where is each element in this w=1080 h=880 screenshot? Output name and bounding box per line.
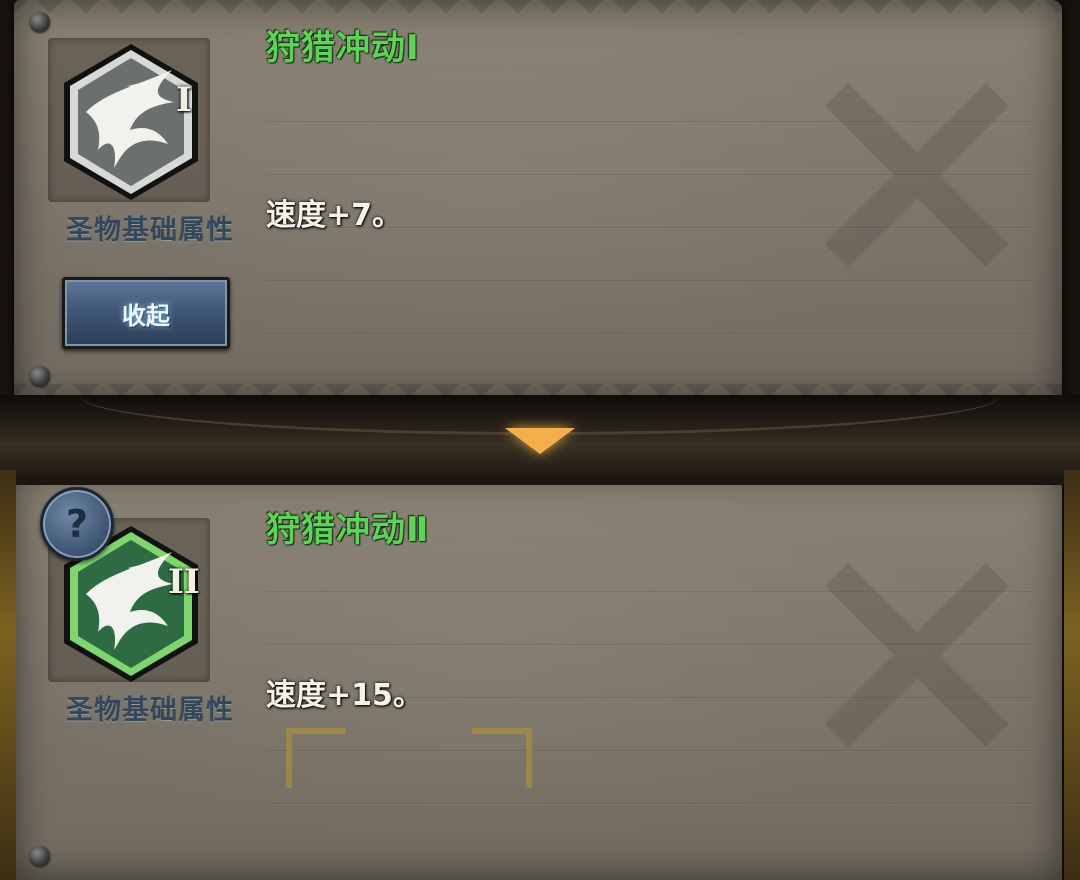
corner-bracket-icon [286, 728, 346, 788]
panel-top-pattern [14, 0, 1062, 18]
tier-numeral: I [176, 80, 192, 120]
rivet [30, 12, 50, 32]
rivet [30, 366, 50, 386]
hunting-impulse-icon [64, 44, 198, 200]
background-emblem-icon [825, 563, 1009, 747]
icon-caption: 圣物基础属性 [66, 695, 234, 726]
tier-1-effect: 速度+7。 [266, 198, 403, 233]
left-frame-decoration [0, 470, 16, 880]
collapse-button[interactable]: 收起 [62, 277, 230, 349]
tier-2-effect: 速度+15。 [266, 678, 423, 713]
tier-2-title: 狩猎冲动Ⅱ [266, 510, 430, 550]
down-arrow-icon [505, 428, 575, 454]
rivet [30, 846, 50, 866]
tier-numeral: II [168, 562, 200, 602]
help-button[interactable]: ? [40, 487, 114, 561]
corner-bracket-icon [472, 728, 532, 788]
icon-caption: 圣物基础属性 [66, 215, 234, 246]
tier-1-title: 狩猎冲动Ⅰ [266, 28, 420, 68]
right-frame-decoration [1064, 470, 1080, 880]
background-emblem-icon [825, 83, 1009, 267]
